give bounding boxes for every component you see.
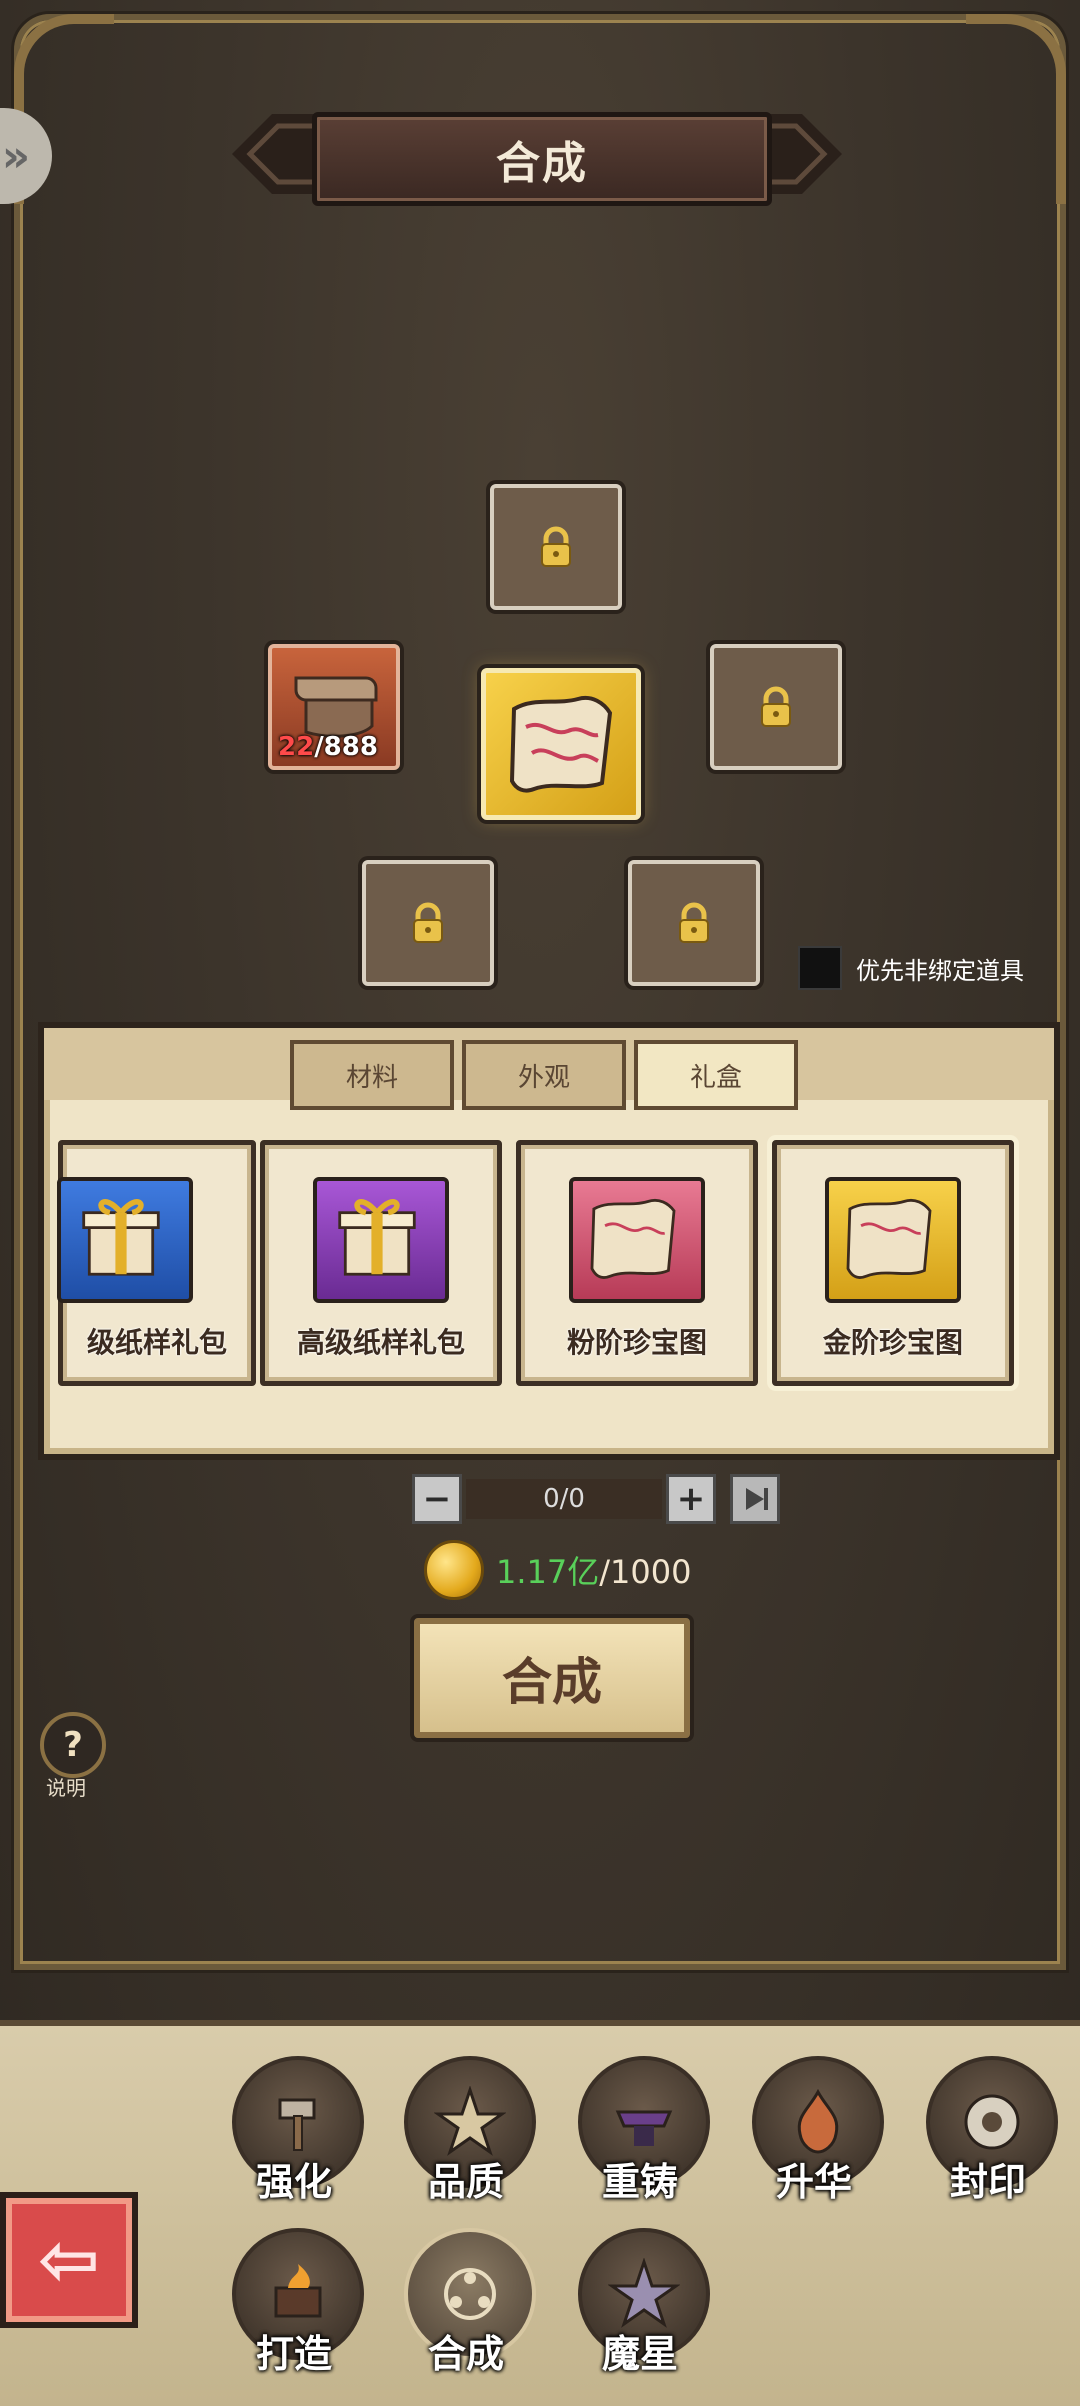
treasure-map-icon [569,1177,705,1303]
lock-icon [541,526,571,567]
star-icon [434,2086,506,2156]
gold-owned: 1.17亿 [496,1553,600,1591]
lock-icon [413,902,443,943]
item-card[interactable]: 级纸样礼包 [57,1140,256,1386]
cost-display: 1.17亿/1000 [424,1540,691,1600]
locked-slot-bottom-right[interactable] [628,860,760,986]
title-banner: 合成 [232,100,842,208]
material-slot[interactable]: 22/888 [268,644,400,770]
prefer-unbound-label: 优先非绑定道具 [856,956,1024,985]
nav-synthesis[interactable]: 合成 [396,2228,536,2378]
material-count: 22/888 [278,732,378,762]
back-arrow-icon: ⇦ [37,2217,100,2303]
quantity-stepper: − 0/0 + [412,1474,780,1524]
item-panel: 材料 外观 礼盒 级纸样礼包 高级纸样礼包 粉阶珍宝图 金阶珍宝图 [38,1022,1060,1460]
tab-gift-box[interactable]: 礼盒 [634,1040,798,1110]
nav-enhance[interactable]: 强化 [224,2056,364,2206]
item-card[interactable]: 粉阶珍宝图 [516,1140,758,1386]
lock-icon [679,902,709,943]
item-card-label: 粉阶珍宝图 [566,1326,707,1359]
synthesis-icon [444,2268,496,2320]
synthesize-button[interactable]: 合成 [414,1618,690,1738]
locked-slot-top[interactable] [490,484,622,610]
item-card-label: 金阶珍宝图 [822,1326,963,1359]
item-card[interactable]: 高级纸样礼包 [260,1140,502,1386]
back-button[interactable]: ⇦ [0,2192,138,2328]
gift-box-icon [313,1177,449,1303]
magic-star-icon [608,2258,680,2328]
locked-slot-bottom-left[interactable] [362,860,494,986]
anvil-icon [615,2110,673,2146]
nav-sublimate[interactable]: 升华 [744,2056,884,2206]
prefer-unbound-option[interactable]: 优先非绑定道具 [798,946,1024,990]
prefer-unbound-checkbox[interactable] [798,946,842,990]
page-title: 合成 [496,138,588,189]
nav-seal[interactable]: 封印 [918,2056,1058,2206]
tab-appearance[interactable]: 外观 [462,1040,626,1110]
quantity-value[interactable]: 0/0 [466,1479,662,1519]
nav-reforge[interactable]: 重铸 [570,2056,710,2206]
frame-corner-right [966,14,1066,204]
gold-coin-icon [424,1540,484,1600]
gold-required: /1000 [599,1553,692,1591]
seal-icon [964,2094,1020,2150]
max-quantity-button[interactable] [730,1474,780,1524]
locked-slot-right[interactable] [710,644,842,770]
help-label: 说明 [46,1776,86,1800]
forge-icon [274,2264,322,2318]
decrease-button[interactable]: − [412,1474,462,1524]
item-card-selected[interactable]: 金阶珍宝图 [772,1140,1014,1386]
hammer-icon [278,2098,316,2151]
help-icon[interactable]: ? [40,1712,106,1778]
treasure-map-icon [825,1177,961,1303]
nav-quality[interactable]: 品质 [396,2056,536,2206]
increase-button[interactable]: + [666,1474,716,1524]
gift-box-icon [57,1177,193,1303]
nav-magic-star[interactable]: 魔星 [570,2228,710,2378]
nav-forge[interactable]: 打造 [224,2228,364,2378]
treasure-map-icon [509,696,613,793]
play-max-icon [746,1488,768,1510]
item-card-label: 级纸样礼包 [86,1326,227,1359]
flame-icon [797,2088,839,2154]
item-card-label: 高级纸样礼包 [296,1326,465,1359]
lock-icon [761,686,791,727]
tab-materials[interactable]: 材料 [290,1040,454,1110]
page-title-plate: 合成 [312,112,772,206]
target-item-slot[interactable] [481,668,641,820]
